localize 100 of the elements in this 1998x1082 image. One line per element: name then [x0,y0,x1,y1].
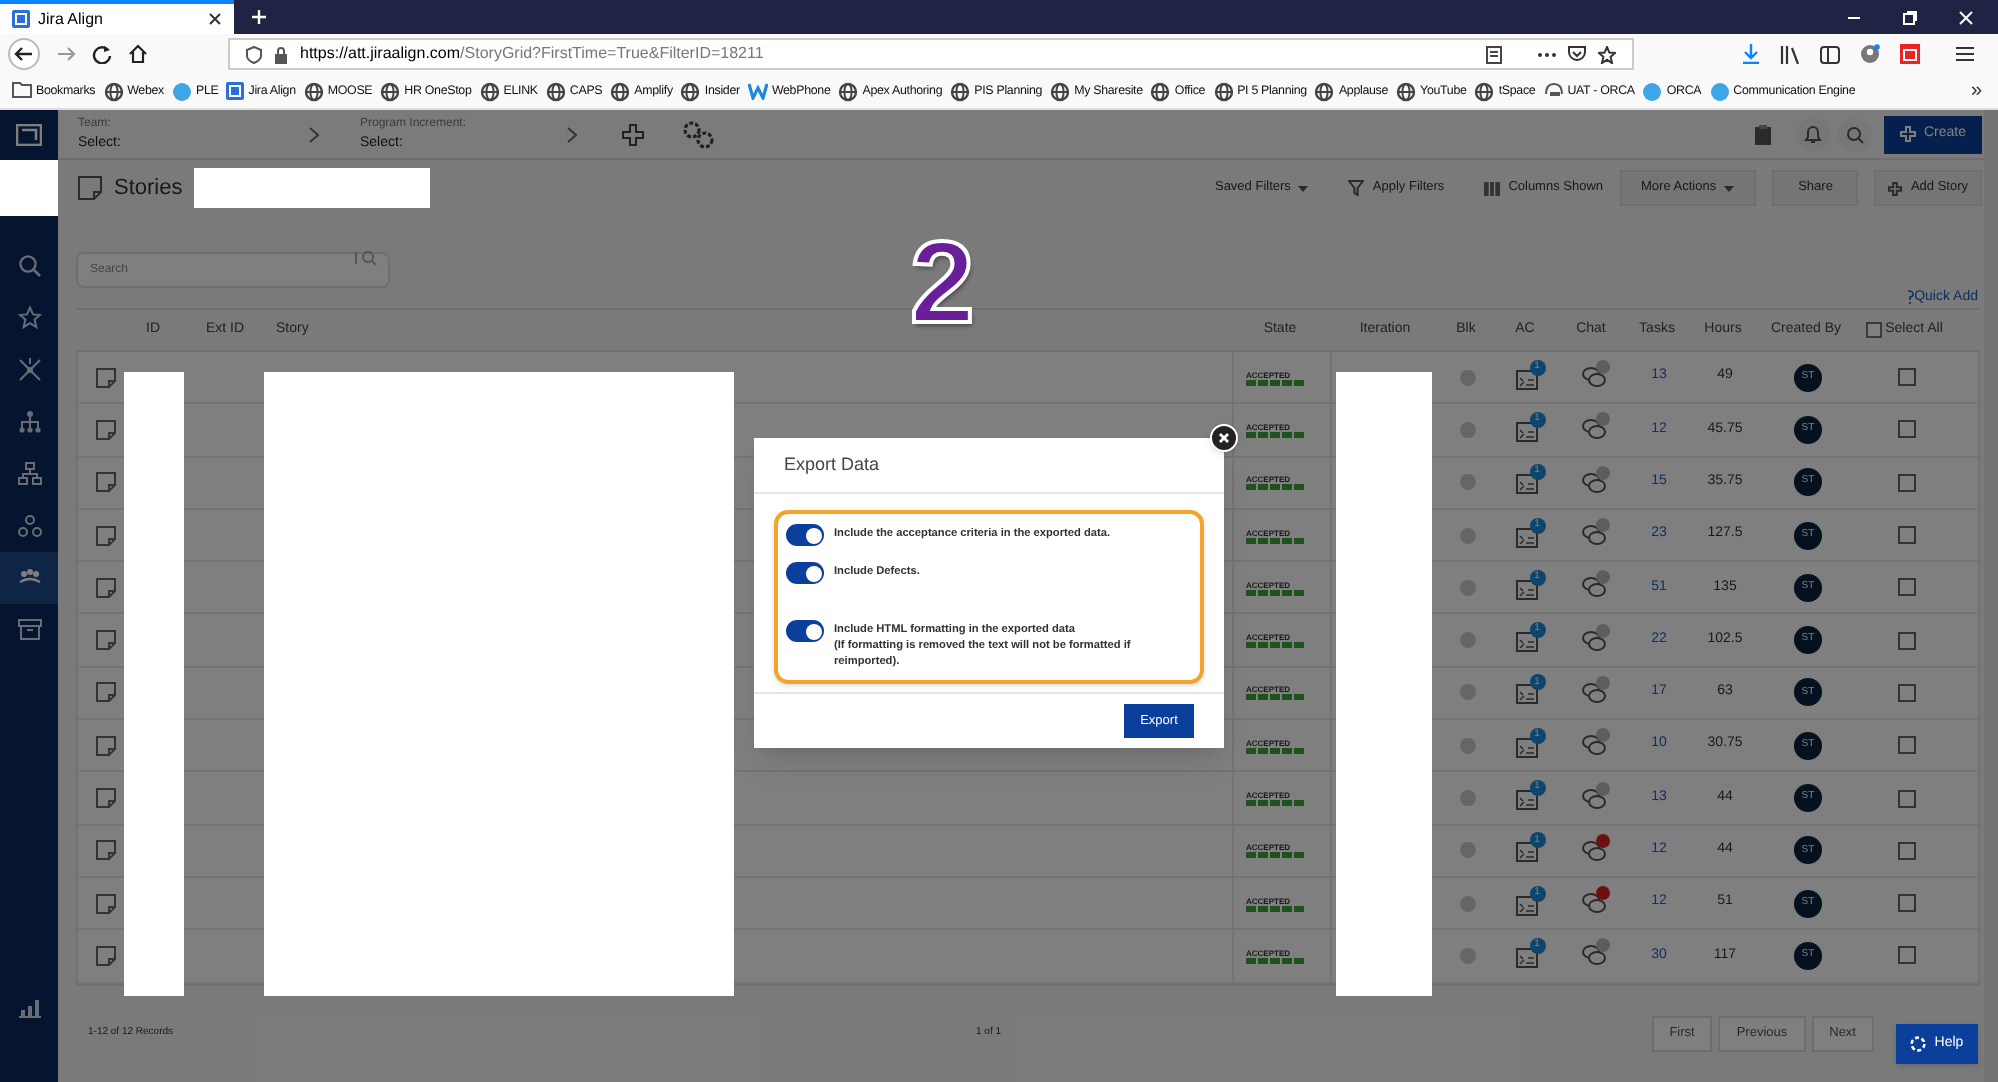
address-bar[interactable]: https://att.jiraalign.com/StoryGrid?FirstTime=True&FilterID=18211 [228,38,1634,70]
blocked-indicator [1460,842,1476,859]
restore-icon[interactable] [1902,9,1918,25]
chat-icon[interactable] [1581,892,1605,915]
blocked-indicator [1460,421,1476,438]
plus-icon[interactable] [622,123,644,145]
note-icon[interactable] [95,893,115,914]
notifications-button[interactable] [1795,117,1830,151]
note-icon[interactable] [95,788,115,809]
globe-icon [545,81,566,101]
caret-icon [1724,185,1735,191]
sidebar-item[interactable] [0,552,58,604]
note-icon[interactable] [95,525,115,546]
caret-icon [1298,185,1309,191]
chevron-right-icon[interactable] [308,125,320,143]
question-mark-icon [1906,290,1915,305]
toggle-switch[interactable] [786,524,824,546]
plus-icon [1899,126,1916,142]
annotation-number: 2 [910,226,975,342]
more-icon[interactable] [1538,51,1556,57]
chevron-right-icon[interactable] [566,125,578,143]
blocked-indicator [1460,947,1476,964]
blocked-indicator [1460,369,1476,386]
pocket-icon[interactable] [1568,46,1586,62]
library-icon[interactable] [1780,45,1800,63]
note-icon[interactable] [95,472,115,493]
archive-icon [17,618,41,642]
account-icon[interactable] [1860,44,1880,64]
chat-icon[interactable] [1581,471,1605,494]
globe-icon [172,81,193,101]
forward-icon[interactable] [56,44,76,64]
chat-icon[interactable] [1581,681,1605,704]
chat-icon[interactable] [1581,524,1605,547]
row-checkbox[interactable] [1897,946,1915,965]
row-checkbox[interactable] [1897,736,1915,755]
note-icon[interactable] [95,945,115,966]
row-checkbox[interactable] [1897,789,1915,808]
note-icon[interactable] [95,735,115,756]
dialog-title: Export Data [784,451,880,478]
bar-chart-icon[interactable] [17,998,41,1018]
chat-icon[interactable] [1581,418,1605,441]
gears-icon[interactable] [680,118,716,150]
close-icon [1218,432,1230,444]
browser-tab[interactable]: Jira Align [0,0,234,34]
menu-icon[interactable] [1956,46,1974,62]
blocked-indicator [1460,790,1476,807]
chat-icon[interactable] [1581,629,1605,652]
note-icon[interactable] [95,419,115,440]
close-icon[interactable] [208,12,222,26]
scrollbar[interactable] [1984,110,1998,1082]
phone-icon [1543,82,1564,99]
home-icon[interactable] [128,44,148,64]
reader-view-icon[interactable] [1486,45,1502,63]
columns-icon [1484,181,1501,195]
globe-icon [1709,81,1730,101]
overflow-chevron[interactable]: » [1970,76,1982,106]
row-checkbox[interactable] [1897,683,1915,702]
hierarchy-icon [17,410,41,434]
extension-icon[interactable] [1900,44,1920,64]
row-checkbox[interactable] [1897,894,1915,913]
note-icon[interactable] [95,367,115,388]
row-checkbox[interactable] [1897,631,1915,650]
page-title: Stories [114,173,183,204]
chat-icon[interactable] [1581,734,1605,757]
lifebuoy-icon [1910,1036,1927,1052]
chat-icon[interactable] [1581,576,1605,599]
row-checkbox[interactable] [1897,473,1915,492]
chat-icon[interactable] [1581,839,1605,862]
app-logo-icon [12,10,30,28]
back-icon[interactable] [8,38,40,70]
note-icon[interactable] [95,630,115,651]
star-icon[interactable] [1598,45,1616,63]
org-chart-icon [17,462,41,486]
globe-icon [103,81,124,101]
app-logo-icon[interactable] [16,124,42,146]
chat-icon[interactable] [1581,944,1605,967]
globe-icon [680,81,701,101]
reload-icon[interactable] [92,44,112,64]
new-tab-icon[interactable] [250,8,268,26]
toggle-switch[interactable] [786,562,824,584]
note-icon[interactable] [95,840,115,861]
note-icon[interactable] [95,577,115,598]
blocked-indicator [1460,527,1476,544]
row-checkbox[interactable] [1897,526,1915,545]
search-icon [1845,125,1864,143]
chat-icon[interactable] [1581,787,1605,810]
row-checkbox[interactable] [1897,368,1915,387]
globe-icon [380,81,401,101]
search-button[interactable] [1837,117,1872,151]
sidebar-toggle-icon[interactable] [1820,45,1840,63]
row-checkbox[interactable] [1897,420,1915,439]
row-checkbox[interactable] [1897,578,1915,597]
row-checkbox[interactable] [1897,841,1915,860]
blocked-indicator [1460,895,1476,912]
toggle-switch[interactable] [786,620,824,642]
clipboard-icon[interactable] [1753,123,1772,145]
download-icon[interactable] [1742,44,1760,64]
globe-icon [1314,81,1335,101]
note-icon[interactable] [95,682,115,703]
chat-icon[interactable] [1581,366,1605,389]
